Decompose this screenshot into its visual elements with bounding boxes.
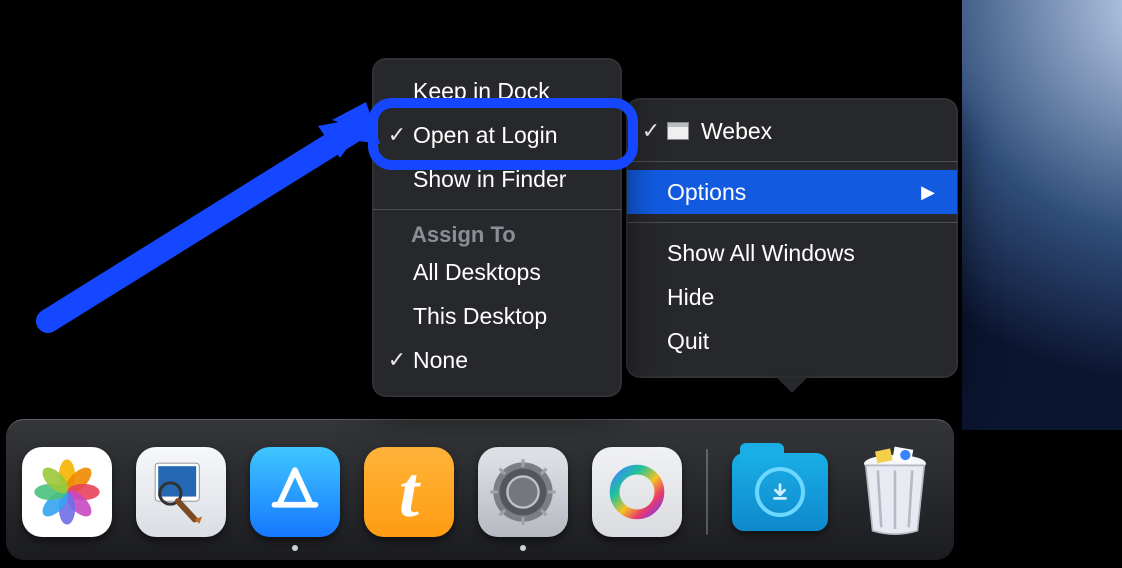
check-icon: ✓ [385,347,409,373]
menu-item-label: All Desktops [409,259,541,286]
menu-separator [373,209,621,210]
menu-item-label: Open at Login [409,122,558,149]
menu-item-none[interactable]: ✓ None [373,338,621,382]
menu-item-label: None [409,347,468,374]
download-arrow-icon [755,467,805,517]
dock-app-webex[interactable] [592,447,682,537]
trash-full-icon [852,444,938,540]
dock-downloads-folder[interactable] [732,453,828,531]
dock-separator [706,449,708,535]
menu-item-label: Keep in Dock [409,78,550,105]
window-thumb-icon [667,122,689,140]
menu-section-label: Assign To [373,218,621,250]
webex-icon [602,457,672,527]
appstore-icon [263,460,327,524]
dock-area: t [0,412,1122,568]
menu-item-quit[interactable]: Quit [627,319,957,363]
menu-item-show-all-windows[interactable]: Show All Windows [627,231,957,275]
menu-item-this-desktop[interactable]: This Desktop [373,294,621,338]
dock-app-appstore[interactable] [250,447,340,537]
menu-item-label: Options [663,179,746,206]
dock: t [6,419,954,560]
menu-separator [627,161,957,162]
check-icon: ✓ [639,118,663,144]
dock-app-photos[interactable] [22,447,112,537]
menu-item-label: This Desktop [409,303,547,330]
menu-item-show-in-finder[interactable]: Show in Finder [373,157,621,201]
menu-item-options[interactable]: Options ▶ [627,170,957,214]
menu-item-hide[interactable]: Hide [627,275,957,319]
menu-item-all-desktops[interactable]: All Desktops [373,250,621,294]
photos-icon [33,458,101,526]
dock-app-preview[interactable] [136,447,226,537]
menu-item-label: Webex [697,118,772,145]
submenu-arrow-icon: ▶ [921,182,935,203]
menu-item-label: Quit [663,328,709,355]
menu-item-label: Show in Finder [409,166,566,193]
menu-item-label: Hide [663,284,714,311]
menu-pointer-tail [776,377,808,393]
dock-app-token[interactable]: t [364,447,454,537]
dock-app-system-settings[interactable] [478,447,568,537]
dock-trash[interactable] [852,444,938,540]
annotation-arrow [18,86,398,346]
menu-item-keep-in-dock[interactable]: Keep in Dock [373,69,621,113]
menu-item-label: Show All Windows [663,240,855,267]
check-icon: ✓ [385,122,409,148]
preview-icon [143,454,219,530]
desktop-wallpaper [962,0,1122,430]
gear-icon [484,453,562,531]
token-icon: t [399,451,419,534]
menu-item-app-window[interactable]: ✓ Webex [627,109,957,153]
menu-separator [627,222,957,223]
dock-context-menu: ✓ Webex Options ▶ Show All Windows Hide … [626,98,958,378]
options-submenu: Keep in Dock ✓ Open at Login Show in Fin… [372,58,622,397]
menu-item-open-at-login[interactable]: ✓ Open at Login [373,113,621,157]
